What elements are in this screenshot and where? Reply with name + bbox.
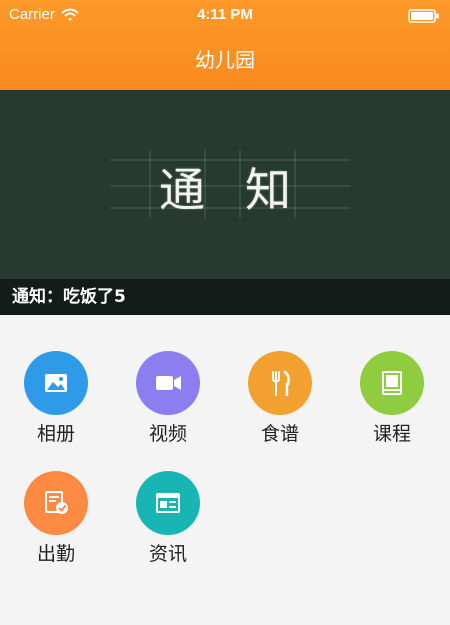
fork-knife-icon — [248, 351, 312, 415]
menu-item-label: 出勤 — [36, 543, 75, 565]
photo-album-icon — [24, 351, 88, 415]
battery-icon — [408, 9, 439, 23]
menu-item-video[interactable]: 视频 — [112, 315, 224, 445]
status-bar: Carrier 4:11 PM — [0, 0, 450, 30]
menu-item-label: 课程 — [372, 423, 411, 445]
menu-item-course[interactable]: 课程 — [336, 315, 448, 445]
attendance-icon — [24, 471, 88, 535]
feature-grid: 相册 视频 食谱 课程 出勤 资讯 — [0, 315, 450, 625]
menu-item-news[interactable]: 资讯 — [112, 435, 224, 565]
news-icon — [136, 471, 200, 535]
notice-banner[interactable]: 通知 通知：吃饭了5 — [0, 90, 450, 315]
page-title: 幼儿园 — [195, 48, 255, 72]
banner-caption: 通知：吃饭了5 — [0, 279, 450, 315]
video-camera-icon — [136, 351, 200, 415]
status-time: 4:11 PM — [197, 6, 253, 23]
app-header: Carrier 4:11 PM 幼儿园 — [0, 0, 450, 90]
menu-item-recipe[interactable]: 食谱 — [224, 315, 336, 445]
banner-headline: 通知 — [159, 163, 331, 217]
book-icon — [360, 351, 424, 415]
menu-item-label: 食谱 — [260, 423, 299, 445]
menu-item-photo-album[interactable]: 相册 — [0, 315, 112, 445]
menu-item-attendance[interactable]: 出勤 — [0, 435, 112, 565]
menu-item-label: 资讯 — [148, 543, 187, 565]
